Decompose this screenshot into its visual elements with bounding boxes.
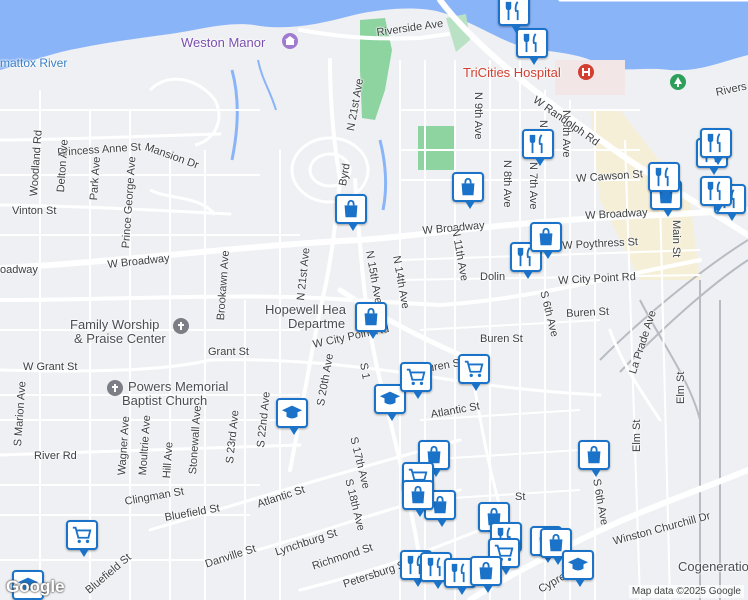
street-label: N 9th Ave [472, 92, 484, 140]
map-pin-shopping[interactable] [355, 302, 387, 339]
map-pin-grocery[interactable] [458, 354, 490, 391]
poi-label-cogeneration[interactable]: Cogeneratio [678, 560, 748, 573]
school-icon [567, 554, 589, 576]
poi-label-weston-manor[interactable]: Weston Manor [181, 36, 265, 49]
map-pin-grocery[interactable] [400, 362, 432, 399]
map-canvas[interactable]: Weston Manor TriCities Hospital Family W… [0, 0, 748, 600]
restaurant-icon [527, 133, 549, 155]
shopping-bag-icon [407, 484, 429, 506]
map-pin-restaurant[interactable] [498, 0, 530, 33]
map-pin-school[interactable] [276, 398, 308, 435]
map-pin-shopping[interactable] [470, 556, 502, 593]
grocery-cart-icon [405, 366, 427, 388]
landmark-icon[interactable] [282, 33, 298, 49]
shopping-bag-icon [457, 176, 479, 198]
street-label: N 8th Ave [501, 160, 513, 208]
shopping-bag-icon [535, 226, 557, 248]
school-icon [379, 388, 401, 410]
street-label: Buren St [480, 333, 523, 345]
restaurant-icon [449, 562, 471, 584]
street-label: S 1 [357, 361, 372, 381]
map-pin-restaurant[interactable] [648, 162, 680, 199]
street-label: Elm St [675, 371, 687, 404]
shopping-bag-icon [360, 306, 382, 328]
map-pin-shopping[interactable] [578, 440, 610, 477]
restaurant-icon [705, 180, 727, 202]
street-label: Main St [670, 220, 682, 258]
street-label: Buren St [565, 305, 610, 320]
street-label: Dolin [480, 271, 506, 283]
water-label-river: mattox River [0, 56, 68, 70]
street-label: N 7th Ave [527, 162, 539, 210]
map-pin-restaurant[interactable] [700, 176, 732, 213]
map-pin-shopping[interactable] [530, 222, 562, 259]
church-icon[interactable] [107, 380, 123, 396]
shopping-bag-icon [583, 444, 605, 466]
map-pin-school[interactable] [562, 550, 594, 587]
street-label: Elm St [631, 419, 643, 452]
poi-label-tricities-hospital[interactable]: TriCities Hospital [463, 66, 561, 79]
google-logo: Google [6, 577, 65, 596]
grocery-cart-icon [71, 524, 93, 546]
restaurant-icon [653, 166, 675, 188]
school-icon [281, 402, 303, 424]
map-pin-shopping[interactable] [335, 194, 367, 231]
shopping-bag-icon [340, 198, 362, 220]
map-pin-restaurant[interactable] [700, 128, 732, 165]
street-label: oadway [0, 264, 38, 276]
restaurant-icon [705, 132, 727, 154]
poi-label-hopewell-health[interactable]: Hopewell Hea [265, 303, 346, 316]
grocery-cart-icon [463, 358, 485, 380]
restaurant-icon [503, 0, 525, 22]
church-icon[interactable] [173, 318, 189, 334]
park-tree-icon[interactable] [670, 74, 686, 90]
street-label: Vinton St [12, 205, 57, 217]
map-attribution: Map data ©2025 Google [628, 585, 744, 598]
park-field [418, 126, 454, 170]
restaurant-icon [521, 32, 543, 54]
poi-label-family-worship[interactable]: Family Worship [70, 318, 159, 331]
street-label: St [515, 491, 526, 503]
map-pin-restaurant[interactable] [522, 129, 554, 166]
poi-label-hopewell-health-dept[interactable]: Departme [288, 317, 345, 330]
poi-label-praise-center[interactable]: & Praise Center [74, 332, 166, 345]
map-pin-shopping[interactable] [402, 480, 434, 517]
map-pin-restaurant[interactable] [516, 28, 548, 65]
hospital-icon[interactable] [578, 64, 594, 80]
poi-label-powers-memorial[interactable]: Powers Memorial [128, 380, 228, 393]
shopping-bag-icon [475, 560, 497, 582]
street-label: W Grant St [23, 361, 78, 373]
map-pin-grocery[interactable] [66, 520, 98, 557]
street-label: River Rd [34, 450, 77, 462]
map-pin-shopping[interactable] [452, 172, 484, 209]
street-label: Grant St [208, 346, 249, 358]
